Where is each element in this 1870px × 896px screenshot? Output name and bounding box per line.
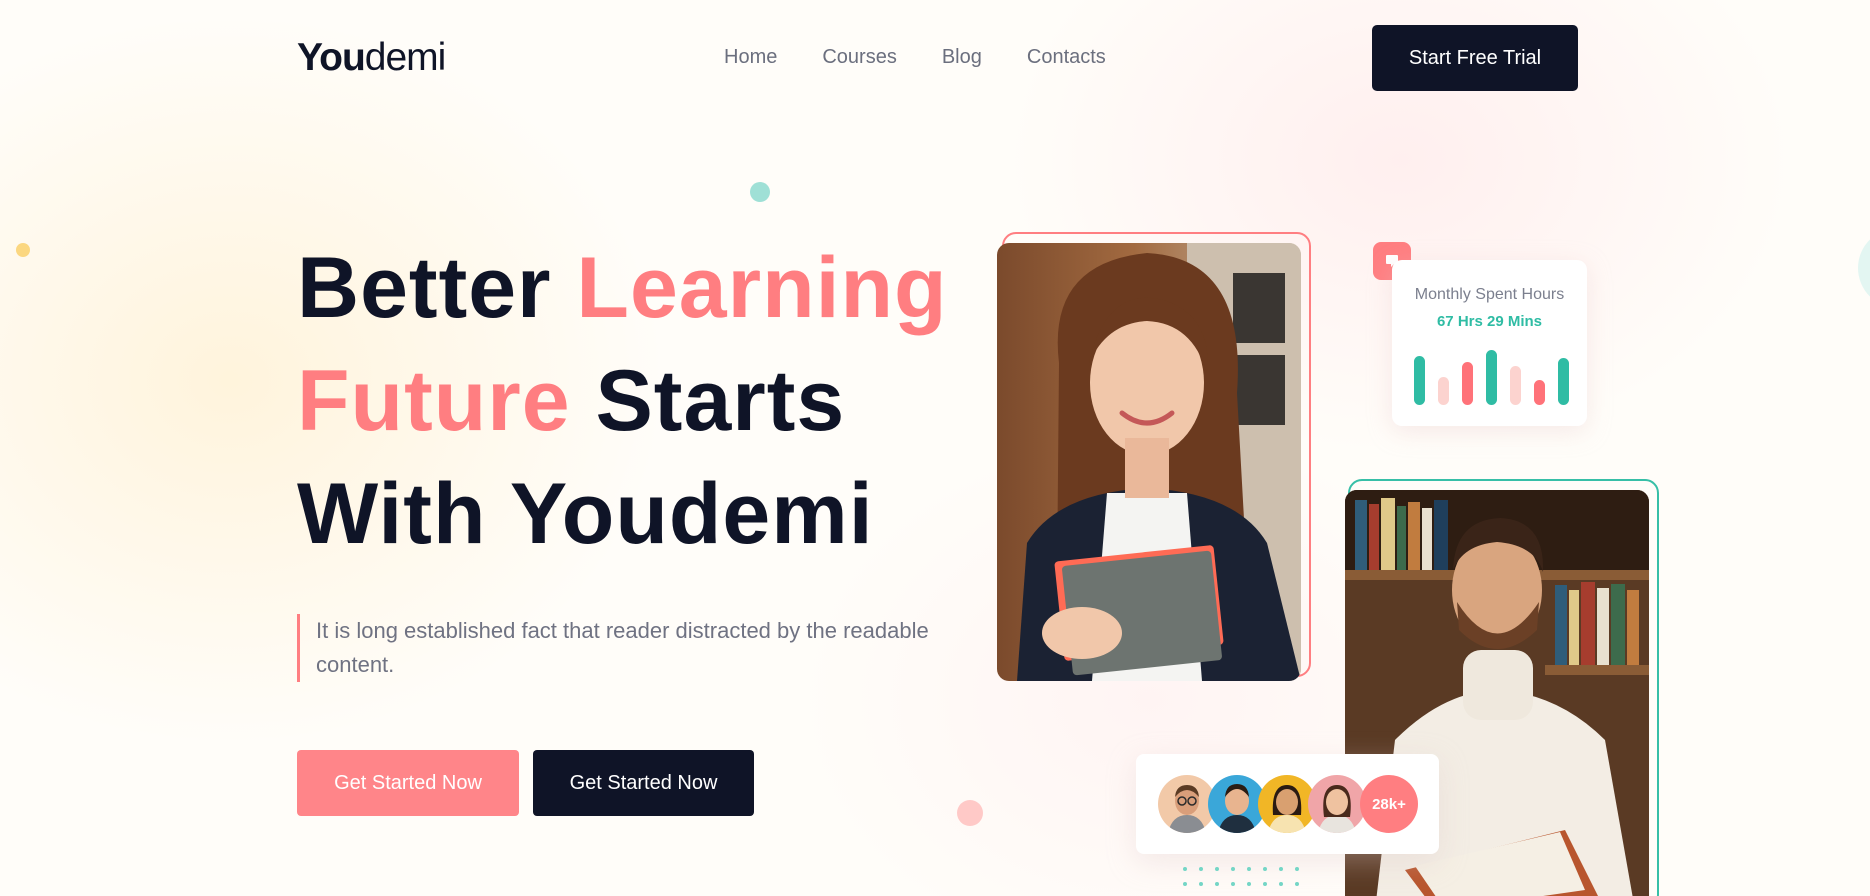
nav-courses[interactable]: Courses (822, 46, 896, 69)
stats-bar (1510, 366, 1521, 405)
hero-description: It is long established fact that reader … (297, 614, 957, 682)
logo-bold: You (297, 36, 366, 79)
monthly-hours-title: Monthly Spent Hours (1414, 286, 1565, 303)
main-nav: Home Courses Blog Contacts (724, 46, 1106, 69)
start-free-trial-button[interactable]: Start Free Trial (1372, 25, 1578, 91)
student-woman-photo (997, 243, 1301, 681)
headline-future: Future (297, 353, 571, 449)
decorative-dot-yellow (16, 243, 30, 257)
stats-bar (1534, 380, 1545, 405)
logo-light: demi (364, 36, 447, 79)
stats-bar (1486, 350, 1497, 405)
get-started-secondary-button[interactable]: Get Started Now (533, 750, 754, 816)
student-woman-illustration (1017, 243, 1301, 681)
logo[interactable]: Youdemi (297, 36, 447, 80)
headline-better: Better (297, 240, 577, 336)
student-avatar-4 (1308, 775, 1366, 833)
hero-headline: Better Learning Future Starts With Youde… (297, 232, 948, 571)
stats-bar (1558, 358, 1569, 405)
decorative-dot-grid (1183, 867, 1299, 886)
monthly-hours-value: 67 Hrs 29 Mins (1436, 313, 1543, 330)
decorative-dot-teal (750, 182, 770, 202)
headline-starts: Starts (570, 353, 846, 449)
nav-blog[interactable]: Blog (942, 46, 982, 69)
students-count-badge: 28k+ (1360, 775, 1418, 833)
get-started-primary-button[interactable]: Get Started Now (297, 750, 519, 816)
students-avatar-card: 28k+ (1136, 754, 1439, 854)
monthly-hours-bar-chart (1414, 345, 1569, 405)
nav-home[interactable]: Home (724, 46, 777, 69)
monthly-hours-card: Monthly Spent Hours 67 Hrs 29 Mins (1392, 260, 1587, 426)
nav-contacts[interactable]: Contacts (1027, 46, 1106, 69)
headline-learning: Learning (576, 240, 948, 336)
decorative-ring-teal (1858, 228, 1870, 308)
stats-bar (1438, 377, 1449, 405)
stats-bar (1462, 362, 1473, 405)
stats-bar (1414, 356, 1425, 405)
headline-with-youdemi: With Youdemi (297, 466, 874, 562)
decorative-dot-pink (957, 800, 983, 826)
avatar-woman-2-icon (1308, 775, 1366, 833)
